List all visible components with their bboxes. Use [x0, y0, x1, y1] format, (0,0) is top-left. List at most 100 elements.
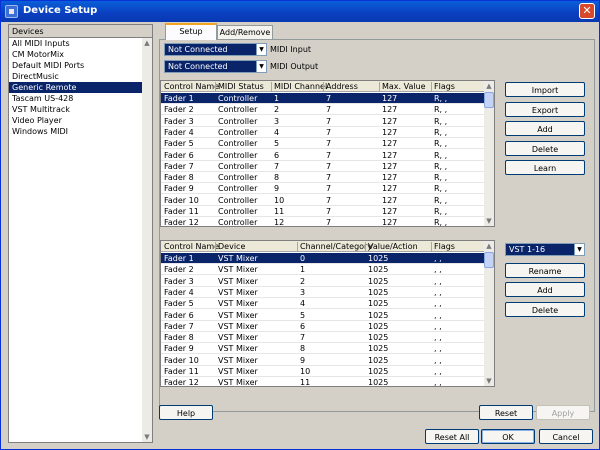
scroll-down-icon[interactable]: ▼	[142, 432, 152, 442]
table-row[interactable]: Fader 7 VST Mixer 6 1025 , ,	[161, 321, 486, 332]
scroll-thumb[interactable]	[484, 92, 494, 108]
column-separator[interactable]	[431, 242, 432, 251]
table-cell: 1025	[368, 276, 389, 286]
table-cell: , ,	[434, 265, 442, 275]
bank-select[interactable]: VST 1-16 ▼	[505, 243, 585, 256]
cancel-button[interactable]: Cancel	[539, 429, 593, 444]
column-header[interactable]: Device	[218, 242, 245, 251]
column-separator[interactable]	[297, 242, 298, 251]
column-header[interactable]: Address	[326, 82, 358, 91]
table-scrollbar[interactable]: ▲ ▼	[484, 241, 494, 386]
table-row[interactable]: Fader 1 Controller 1 7 127 R, ,	[161, 93, 486, 104]
column-separator[interactable]	[431, 82, 432, 91]
table-header: Control Name Device Channel/Category Value/…	[161, 241, 494, 252]
device-item[interactable]: Video Player	[9, 115, 152, 126]
device-item[interactable]: VST Multitrack	[9, 104, 152, 115]
column-separator[interactable]	[271, 82, 272, 91]
column-header[interactable]: Max. Value	[382, 82, 426, 91]
delete-button[interactable]: Delete	[505, 141, 585, 156]
table-scrollbar[interactable]: ▲ ▼	[484, 81, 494, 226]
device-item[interactable]: CM MotorMix	[9, 49, 152, 60]
add-button[interactable]: Add	[505, 121, 585, 136]
device-item[interactable]: All MIDI Inputs	[9, 38, 152, 49]
table-row[interactable]: Fader 2 Controller 2 7 127 R, ,	[161, 104, 486, 116]
table-row[interactable]: Fader 12 Controller 12 7 127 R, ,	[161, 217, 486, 226]
learn-button[interactable]: Learn	[505, 160, 585, 175]
device-item[interactable]: Windows MIDI	[9, 126, 152, 137]
table-row[interactable]: Fader 1 VST Mixer 0 1025 , ,	[161, 253, 486, 264]
table-row[interactable]: Fader 7 Controller 7 7 127 R, ,	[161, 161, 486, 172]
table-row[interactable]: Fader 10 Controller 10 7 127 R, ,	[161, 195, 486, 206]
column-header[interactable]: MIDI Channel	[274, 82, 327, 91]
column-header[interactable]: Flags	[434, 82, 455, 91]
title-bar[interactable]: Device Setup ✕	[1, 1, 599, 22]
scroll-up-icon[interactable]: ▲	[484, 81, 494, 91]
table-row[interactable]: Fader 5 Controller 5 7 127 R, ,	[161, 138, 486, 150]
reset-all-button[interactable]: Reset All	[425, 429, 479, 444]
column-header[interactable]: Channel/Category	[300, 242, 372, 251]
table-row[interactable]: Fader 6 VST Mixer 5 1025 , ,	[161, 310, 486, 321]
chevron-down-icon[interactable]: ▼	[574, 244, 584, 255]
column-separator[interactable]	[215, 242, 216, 251]
table-row[interactable]: Fader 4 Controller 4 7 127 R, ,	[161, 127, 486, 138]
table-cell: , ,	[434, 287, 442, 297]
apply-button[interactable]: Apply	[536, 405, 590, 420]
scroll-thumb[interactable]	[484, 252, 494, 268]
table-cell: Controller	[218, 195, 258, 205]
device-item[interactable]: DirectMusic	[9, 71, 152, 82]
rename-mapping-button[interactable]: Rename	[505, 263, 585, 278]
table-cell: Fader 3	[164, 276, 194, 286]
import-button[interactable]: Import	[505, 82, 585, 97]
table-cell: Fader 11	[164, 207, 199, 216]
ok-button[interactable]: OK	[481, 429, 535, 444]
device-item[interactable]: Default MIDI Ports	[9, 60, 152, 71]
column-separator[interactable]	[323, 82, 324, 91]
scroll-down-icon[interactable]: ▼	[484, 376, 494, 386]
table-row[interactable]: Fader 4 VST Mixer 3 1025 , ,	[161, 287, 486, 298]
chevron-down-icon[interactable]: ▼	[256, 44, 266, 55]
table-row[interactable]: Fader 6 Controller 6 7 127 R, ,	[161, 150, 486, 161]
table-row[interactable]: Fader 2 VST Mixer 1 1025 , ,	[161, 264, 486, 276]
delete-mapping-button[interactable]: Delete	[505, 302, 585, 317]
help-button[interactable]: Help	[159, 405, 213, 420]
midi-output-select[interactable]: Not Connected ▼	[164, 60, 267, 73]
close-button[interactable]: ✕	[579, 3, 595, 19]
table-row[interactable]: Fader 5 VST Mixer 4 1025 , ,	[161, 298, 486, 310]
table-row[interactable]: Fader 3 Controller 3 7 127 R, ,	[161, 116, 486, 127]
table-cell: 9	[274, 184, 280, 194]
add-mapping-button[interactable]: Add	[505, 282, 585, 297]
device-setup-window: Device Setup ✕ Devices All MIDI Inputs CM…	[0, 0, 600, 450]
table-cell: 1025	[368, 333, 389, 343]
scroll-up-icon[interactable]: ▲	[484, 241, 494, 251]
column-header[interactable]: Value/Action	[368, 242, 418, 251]
chevron-down-icon[interactable]: ▼	[256, 61, 266, 72]
device-item[interactable]: Tascam US-428	[9, 93, 152, 104]
tab-setup[interactable]: Setup	[165, 23, 217, 40]
column-header[interactable]: Control Name	[164, 242, 219, 251]
table-row[interactable]: Fader 8 Controller 8 7 127 R, ,	[161, 172, 486, 184]
table-cell: , ,	[434, 344, 442, 354]
scroll-down-icon[interactable]: ▼	[484, 216, 494, 226]
table-row[interactable]: Fader 8 VST Mixer 7 1025 , ,	[161, 332, 486, 344]
table-row[interactable]: Fader 9 Controller 9 7 127 R, ,	[161, 183, 486, 195]
table-row[interactable]: Fader 3 VST Mixer 2 1025 , ,	[161, 276, 486, 287]
table-row[interactable]: Fader 11 Controller 11 7 127 R, ,	[161, 206, 486, 217]
scroll-up-icon[interactable]: ▲	[142, 38, 152, 48]
midi-input-select[interactable]: Not Connected ▼	[164, 43, 267, 56]
device-list-scrollbar[interactable]: ▲ ▼	[142, 38, 152, 442]
column-separator[interactable]	[215, 82, 216, 91]
table-row[interactable]: Fader 11 VST Mixer 10 1025 , ,	[161, 366, 486, 377]
table-row[interactable]: Fader 12 VST Mixer 11 1025 , ,	[161, 377, 486, 386]
table-cell: Fader 2	[164, 105, 194, 115]
export-button[interactable]: Export	[505, 102, 585, 117]
column-header[interactable]: Control Name	[164, 82, 219, 91]
column-separator[interactable]	[365, 242, 366, 251]
column-header[interactable]: Flags	[434, 242, 455, 251]
device-item[interactable]: Generic Remote	[9, 82, 152, 93]
column-separator[interactable]	[379, 82, 380, 91]
tab-add-remove[interactable]: Add/Remove	[217, 25, 273, 40]
reset-button[interactable]: Reset	[479, 405, 533, 420]
table-row[interactable]: Fader 10 VST Mixer 9 1025 , ,	[161, 355, 486, 366]
column-header[interactable]: MIDI Status	[218, 82, 264, 91]
table-row[interactable]: Fader 9 VST Mixer 8 1025 , ,	[161, 343, 486, 355]
